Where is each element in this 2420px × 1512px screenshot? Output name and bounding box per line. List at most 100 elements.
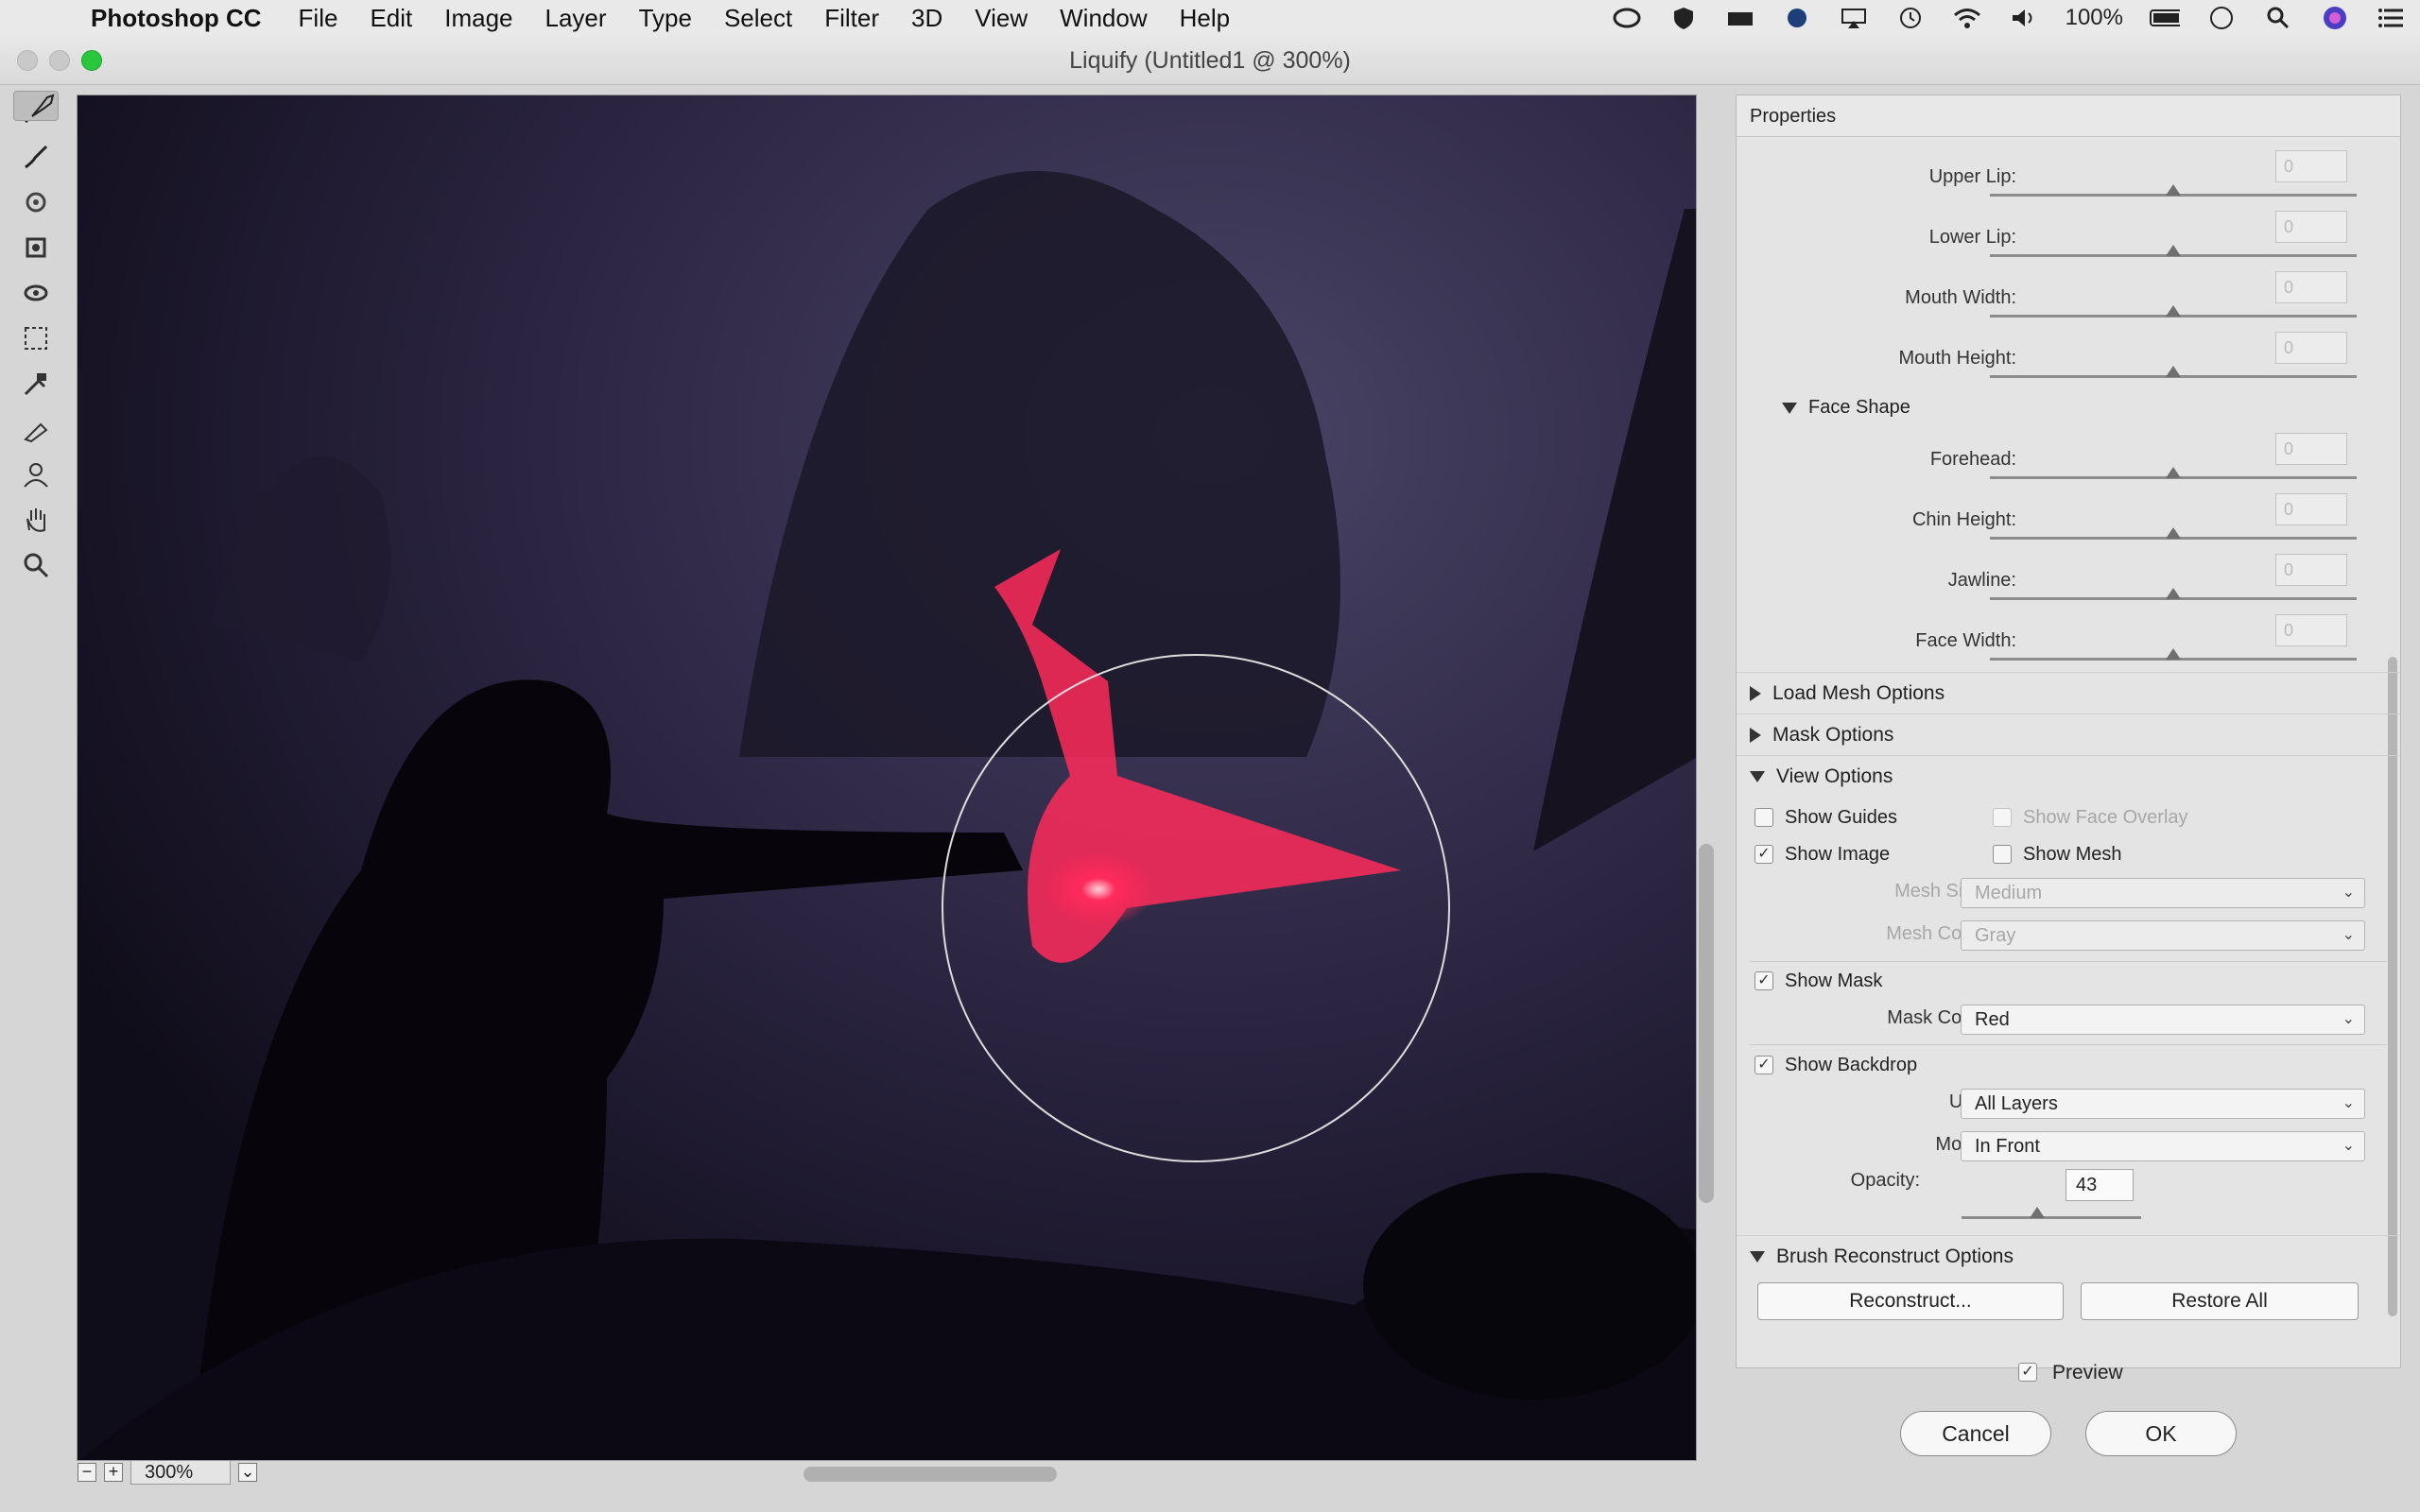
zoom-out-button[interactable]: − — [78, 1463, 96, 1482]
siri-icon[interactable] — [2320, 6, 2350, 30]
face-tool[interactable] — [13, 454, 59, 495]
freeze-mask-tool[interactable] — [13, 363, 59, 404]
chin-height-value[interactable]: 0 — [2275, 493, 2347, 525]
brush-reconstruct-label: Brush Reconstruct Options — [1776, 1246, 2014, 1267]
menu-type[interactable]: Type — [623, 4, 708, 33]
horizontal-scrollbar[interactable] — [804, 1467, 1057, 1482]
mask-color-select[interactable]: Red ⌄ — [1961, 1005, 2365, 1035]
chevron-down-icon: ⌄ — [2342, 1138, 2355, 1154]
books-icon[interactable] — [1725, 6, 1755, 30]
menu-3d[interactable]: 3D — [895, 4, 959, 33]
menu-filter[interactable]: Filter — [808, 4, 895, 33]
menu-edit[interactable]: Edit — [354, 4, 428, 33]
mouth-height-thumb[interactable] — [2166, 366, 2181, 377]
zoom-dropdown-chevron-icon[interactable]: ⌄ — [238, 1463, 257, 1482]
jawline-value[interactable]: 0 — [2275, 554, 2347, 586]
fullscreen-button[interactable] — [81, 50, 102, 71]
zoom-value-field[interactable]: 300% — [130, 1460, 231, 1485]
show-mesh-label: Show Mesh — [2023, 844, 2122, 865]
face-shape-toggle[interactable]: Face Shape — [1782, 387, 1910, 428]
show-guides-checkbox[interactable] — [1754, 808, 1773, 827]
notification-center-icon[interactable] — [2377, 6, 2407, 30]
app-menu[interactable]: Photoshop CC — [57, 4, 283, 33]
upper-lip-label: Upper Lip: — [1928, 166, 2016, 187]
restore-all-button[interactable]: Restore All — [2081, 1282, 2359, 1320]
spotlight-search-icon[interactable] — [2263, 6, 2293, 30]
mesh-color-select[interactable]: Gray ⌄ — [1961, 920, 2365, 951]
twirl-clockwise-tool[interactable] — [13, 181, 59, 223]
forehead-label: Forehead: — [1929, 449, 2016, 470]
menu-help[interactable]: Help — [1164, 4, 1246, 33]
wifi-icon[interactable] — [1952, 6, 1982, 30]
opacity-label: Opacity: — [1850, 1170, 1920, 1191]
opacity-input[interactable]: 43 — [2066, 1169, 2134, 1201]
smooth-tool[interactable] — [13, 136, 59, 178]
minimize-button[interactable] — [49, 50, 70, 71]
forward-warp-tool[interactable] — [13, 91, 59, 121]
thaw-mask-tool[interactable] — [13, 408, 59, 450]
pucker-tool[interactable] — [13, 227, 59, 268]
preview-checkbox[interactable]: ✓ — [2018, 1363, 2037, 1382]
hand-tool[interactable] — [13, 499, 59, 541]
mouth-width-thumb[interactable] — [2166, 305, 2181, 317]
face-width-value[interactable]: 0 — [2275, 614, 2347, 646]
mode-select[interactable]: In Front ⌄ — [1961, 1131, 2365, 1161]
menu-image[interactable]: Image — [428, 4, 528, 33]
menu-view[interactable]: View — [959, 4, 1044, 33]
brush-reconstruct-section[interactable]: Brush Reconstruct Options — [1737, 1235, 2400, 1277]
lower-lip-value[interactable]: 0 — [2275, 211, 2347, 243]
opacity-track[interactable] — [1962, 1216, 2141, 1219]
zoom-in-button[interactable]: + — [104, 1463, 123, 1482]
battery-icon[interactable] — [2150, 6, 2180, 30]
upper-lip-thumb[interactable] — [2166, 184, 2181, 196]
time-machine-icon[interactable] — [1895, 6, 1926, 30]
show-mesh-checkbox[interactable] — [1993, 845, 2012, 864]
push-left-tool[interactable] — [13, 318, 59, 359]
mesh-size-value: Medium — [1975, 883, 2043, 903]
lower-lip-thumb[interactable] — [2166, 245, 2181, 256]
show-face-overlay-checkbox[interactable] — [1993, 808, 2012, 827]
face-width-thumb[interactable] — [2166, 648, 2181, 660]
cloud-gear-icon[interactable] — [1782, 6, 1812, 30]
chevron-down-icon: ⌄ — [2342, 1095, 2355, 1111]
cancel-button[interactable]: Cancel — [1900, 1411, 2051, 1456]
opacity-thumb[interactable] — [2030, 1207, 2045, 1218]
tool-column — [13, 91, 62, 590]
user-switch-icon[interactable] — [2206, 6, 2237, 30]
mode-value: In Front — [1975, 1136, 2040, 1157]
jawline-thumb[interactable] — [2166, 588, 2181, 599]
mask-options-section[interactable]: Mask Options — [1737, 713, 2400, 755]
forehead-value[interactable]: 0 — [2275, 433, 2347, 465]
menu-select[interactable]: Select — [708, 4, 808, 33]
image-canvas[interactable] — [77, 94, 1697, 1461]
show-image-checkbox[interactable]: ✓ — [1754, 845, 1773, 864]
reconstruct-button[interactable]: Reconstruct... — [1757, 1282, 2064, 1320]
divider — [1750, 1044, 2387, 1045]
airplay-icon[interactable] — [1839, 6, 1869, 30]
mouth-width-value[interactable]: 0 — [2275, 271, 2347, 303]
creative-cloud-icon[interactable] — [1612, 6, 1642, 30]
close-button[interactable] — [17, 50, 38, 71]
zoom-tool[interactable] — [13, 544, 59, 586]
ok-button[interactable]: OK — [2085, 1411, 2237, 1456]
menu-window[interactable]: Window — [1044, 4, 1163, 33]
show-backdrop-checkbox[interactable]: ✓ — [1754, 1056, 1773, 1074]
view-options-section[interactable]: View Options — [1737, 755, 2400, 797]
face-shape-title: Face Shape — [1808, 397, 1910, 418]
menu-layer[interactable]: Layer — [529, 4, 623, 33]
bloat-tool[interactable] — [13, 272, 59, 314]
upper-lip-value[interactable]: 0 — [2275, 150, 2347, 182]
vertical-scrollbar[interactable] — [1699, 844, 1714, 1203]
mesh-size-select[interactable]: Medium ⌄ — [1961, 878, 2365, 908]
forehead-thumb[interactable] — [2166, 467, 2181, 478]
volume-icon[interactable] — [2009, 6, 2039, 30]
mouth-height-value[interactable]: 0 — [2275, 332, 2347, 364]
menu-file[interactable]: File — [283, 4, 354, 33]
use-select[interactable]: All Layers ⌄ — [1961, 1089, 2365, 1119]
shield-icon[interactable] — [1668, 6, 1699, 30]
load-mesh-options-section[interactable]: Load Mesh Options — [1737, 672, 2400, 713]
show-mask-checkbox[interactable]: ✓ — [1754, 971, 1773, 990]
properties-header: Properties — [1737, 95, 2400, 137]
chin-height-thumb[interactable] — [2166, 527, 2181, 539]
forward-warp-icon — [31, 94, 55, 117]
